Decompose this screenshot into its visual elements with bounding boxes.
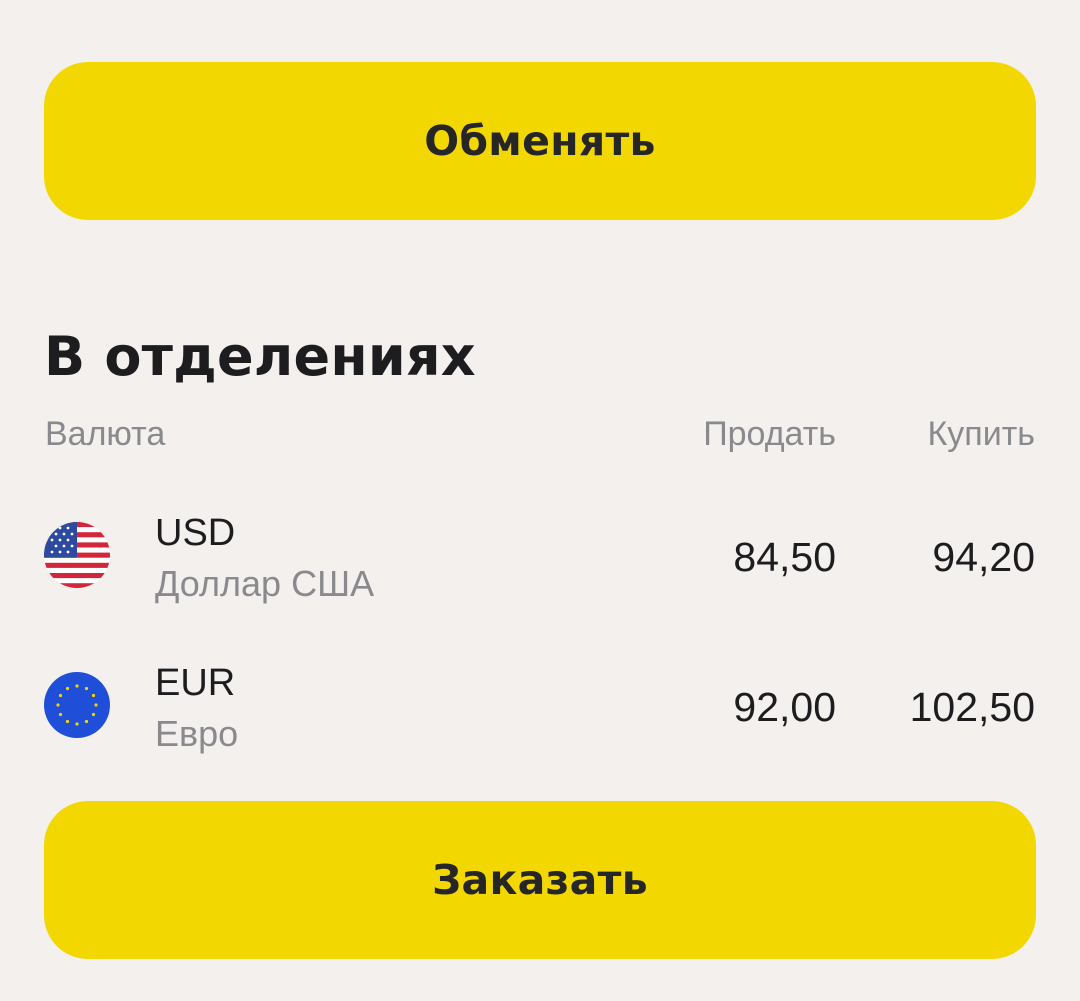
sell-rate: 84,50 <box>733 534 836 580</box>
currency-code: EUR <box>155 662 236 704</box>
exchange-button[interactable]: Обменять <box>44 62 1036 220</box>
order-button-label: Заказать <box>432 856 648 904</box>
column-header-currency: Валюта <box>45 415 166 453</box>
currency-name: Евро <box>155 713 239 754</box>
us-flag-icon <box>44 522 110 588</box>
column-header-buy: Купить <box>927 415 1036 453</box>
currency-row-eur[interactable]: EUR Евро 92,00 102,50 <box>0 655 1080 765</box>
buy-rate: 94,20 <box>932 534 1035 580</box>
exchange-button-label: Обменять <box>424 117 656 165</box>
currency-name: Доллар США <box>155 563 375 604</box>
currency-code: USD <box>155 512 236 554</box>
buy-rate: 102,50 <box>909 684 1035 730</box>
section-title: В отделениях <box>44 325 476 388</box>
order-button[interactable]: Заказать <box>44 801 1036 959</box>
sell-rate: 92,00 <box>733 684 836 730</box>
eu-flag-icon <box>44 672 110 738</box>
currency-row-usd[interactable]: USD Доллар США 84,50 94,20 <box>0 505 1080 615</box>
column-header-sell: Продать <box>703 415 836 453</box>
